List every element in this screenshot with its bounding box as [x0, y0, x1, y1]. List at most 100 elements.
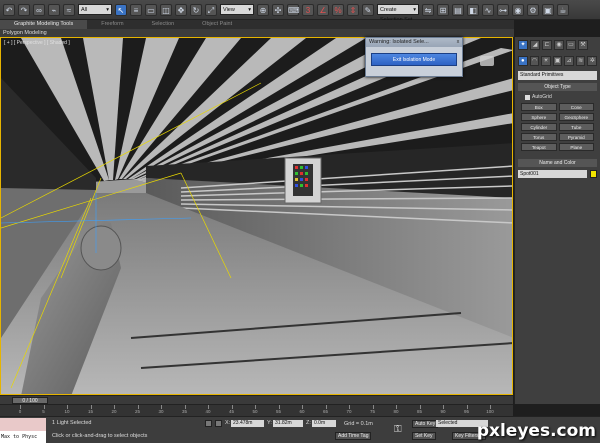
pyramid-button[interactable]: Pyramid [558, 133, 594, 141]
named-selection-set-dropdown[interactable]: Create Selection Set▾ [377, 4, 419, 23]
viewcube[interactable] [480, 56, 494, 66]
utilities-tab-icon[interactable]: ⚒ [578, 40, 588, 50]
command-panel: ✦ ◢ ⊏ ◉ ▭ ⚒ ● ◠ ☀ ▣ ⊿ ≋ ✲ Standard Primi… [514, 37, 600, 404]
mirror-icon[interactable]: ⇋ [422, 3, 434, 16]
create-category-icons: ● ◠ ☀ ▣ ⊿ ≋ ✲ [515, 53, 600, 69]
snap-3-icon[interactable]: 3 [302, 3, 314, 16]
tab-graphite-modeling-tools[interactable]: Graphite Modeling Tools [0, 20, 88, 29]
dialog-titlebar[interactable]: Warning: Isolated Sele... x [366, 38, 462, 47]
align-icon[interactable]: ⊞ [437, 3, 449, 16]
spinner-snap-icon[interactable]: ⇕ [347, 3, 359, 16]
y-label: Y: [267, 420, 272, 426]
track-tick-label: 35 [181, 409, 188, 414]
redo-icon[interactable]: ↷ [18, 3, 30, 16]
select-by-name-icon[interactable]: ≡ [130, 3, 142, 16]
set-key-button[interactable]: Set Key [412, 432, 436, 440]
maxscript-listener[interactable]: Max to Physc [0, 418, 46, 443]
name-and-color-rollout[interactable]: Name and Color [518, 159, 597, 167]
angle-snap-icon[interactable]: ∠ [317, 3, 329, 16]
lock-icon[interactable] [205, 420, 212, 427]
tab-freeform[interactable]: Freeform [87, 20, 137, 29]
autogrid-check[interactable] [525, 94, 530, 100]
unlink-icon[interactable]: ⌁ [48, 3, 60, 16]
torus-button[interactable]: Torus [521, 133, 557, 141]
viewport-label[interactable]: [ + ] [ Perspective ] [ Shaded ] [4, 40, 70, 46]
add-time-tag-button[interactable]: Add Time Tag [335, 432, 372, 440]
time-slider-handle[interactable]: 0 / 100 [12, 397, 48, 404]
track-tick-label: 80 [393, 409, 399, 414]
shapes-icon[interactable]: ◠ [529, 56, 540, 66]
move-icon[interactable]: ✥ [175, 3, 187, 16]
sphere-button[interactable]: Sphere [521, 113, 557, 121]
bind-icon[interactable]: ≈ [63, 3, 75, 16]
ref-coord-dropdown[interactable]: View ▾ [220, 4, 254, 15]
undo-icon[interactable]: ↶ [3, 3, 15, 16]
lights-icon[interactable]: ☀ [541, 56, 551, 66]
space-warps-icon[interactable]: ≋ [575, 56, 586, 66]
select-manipulate-icon[interactable]: ✣ [272, 3, 284, 16]
curve-editor-icon[interactable]: ∿ [482, 3, 494, 16]
edit-named-sets-icon[interactable]: ✎ [362, 3, 374, 16]
selection-filter-dropdown[interactable]: All ▾ [78, 4, 112, 15]
key-icon[interactable]: ⚿ [394, 424, 402, 435]
exit-isolation-mode-button[interactable]: Exit Isolation Mode [371, 53, 457, 66]
y-coordinate-field[interactable]: 31.82m [273, 420, 303, 427]
helpers-icon[interactable]: ⊿ [564, 56, 574, 66]
rect-region-icon[interactable]: ▭ [145, 3, 157, 16]
track-tick-label: 90 [440, 409, 446, 414]
teapot-button[interactable]: Teapot [521, 143, 557, 151]
render-icon[interactable]: ☕ [557, 3, 569, 16]
window-crossing-icon[interactable]: ◫ [160, 3, 172, 16]
schematic-icon[interactable]: ⊶ [497, 3, 509, 16]
object-name-field[interactable]: Spot001 [518, 170, 587, 178]
absolute-mode-icon[interactable] [215, 420, 222, 427]
perspective-viewport[interactable]: [ + ] [ Perspective ] [ Shaded ] [0, 37, 513, 395]
primitive-type-dropdown[interactable]: Standard Primitives [518, 71, 597, 80]
systems-icon[interactable]: ✲ [587, 56, 598, 66]
create-tab-icon[interactable]: ✦ [518, 40, 528, 50]
object-color-swatch[interactable] [590, 170, 597, 178]
track-tick-label: 40 [205, 409, 211, 414]
tab-object-paint[interactable]: Object Paint [188, 20, 246, 29]
time-slider[interactable]: 0 / 100 [0, 395, 513, 404]
track-tick-label: 15 [87, 409, 94, 414]
x-coordinate-field[interactable]: 23.478m [231, 420, 264, 427]
modify-tab-icon[interactable]: ◢ [530, 40, 540, 50]
layer-icon[interactable]: ▤ [452, 3, 464, 16]
track-bar[interactable]: 0 5 10 15 20 25 30 35 40 45 50 55 60 65 70 75 80 85 90 95 10… [0, 404, 513, 416]
keyboard-shortcut-icon[interactable]: ⌨ [287, 3, 300, 16]
selection-count: 1 Light Selected [52, 420, 92, 426]
box-button[interactable]: Box [521, 103, 557, 111]
close-icon[interactable]: x [454, 38, 462, 47]
polygon-modeling-panel[interactable]: Polygon Modeling [0, 29, 514, 37]
select-icon[interactable]: ↖ [115, 3, 127, 16]
cylinder-button[interactable]: Cylinder [521, 123, 557, 131]
display-tab-icon[interactable]: ▭ [566, 40, 576, 50]
geometry-icon[interactable]: ● [518, 56, 528, 66]
track-tick-label: 45 [228, 409, 235, 414]
plane-button[interactable]: Plane [558, 143, 594, 151]
tab-selection[interactable]: Selection [138, 20, 189, 29]
pivot-icon[interactable]: ⊕ [257, 3, 269, 16]
hierarchy-tab-icon[interactable]: ⊏ [542, 40, 552, 50]
isolation-warning-dialog: Warning: Isolated Sele... x Exit Isolati… [365, 37, 463, 77]
cameras-icon[interactable]: ▣ [552, 56, 563, 66]
rendered-frame-icon[interactable]: ▣ [542, 3, 554, 16]
rotate-icon[interactable]: ↻ [190, 3, 202, 16]
z-coordinate-field[interactable]: 0.0m [312, 420, 336, 427]
scale-icon[interactable]: ⤢ [205, 3, 217, 16]
maxscript-output[interactable]: Max to Physc [0, 431, 46, 443]
percent-snap-icon[interactable]: % [332, 3, 344, 16]
motion-tab-icon[interactable]: ◉ [554, 40, 564, 50]
track-tick-label: 65 [322, 409, 329, 414]
auto-key-button[interactable]: Auto Key [412, 420, 439, 428]
object-type-rollout[interactable]: Object Type [518, 83, 597, 91]
link-icon[interactable]: ∞ [33, 3, 45, 16]
geosphere-button[interactable]: GeoSphere [558, 113, 594, 121]
cone-button[interactable]: Cone [558, 103, 594, 111]
autogrid-checkbox[interactable]: AutoGrid [525, 94, 590, 100]
tube-button[interactable]: Tube [558, 123, 594, 131]
render-setup-icon[interactable]: ⚙ [527, 3, 539, 16]
graphite-icon[interactable]: ◧ [467, 3, 479, 16]
material-editor-icon[interactable]: ◉ [512, 3, 524, 16]
